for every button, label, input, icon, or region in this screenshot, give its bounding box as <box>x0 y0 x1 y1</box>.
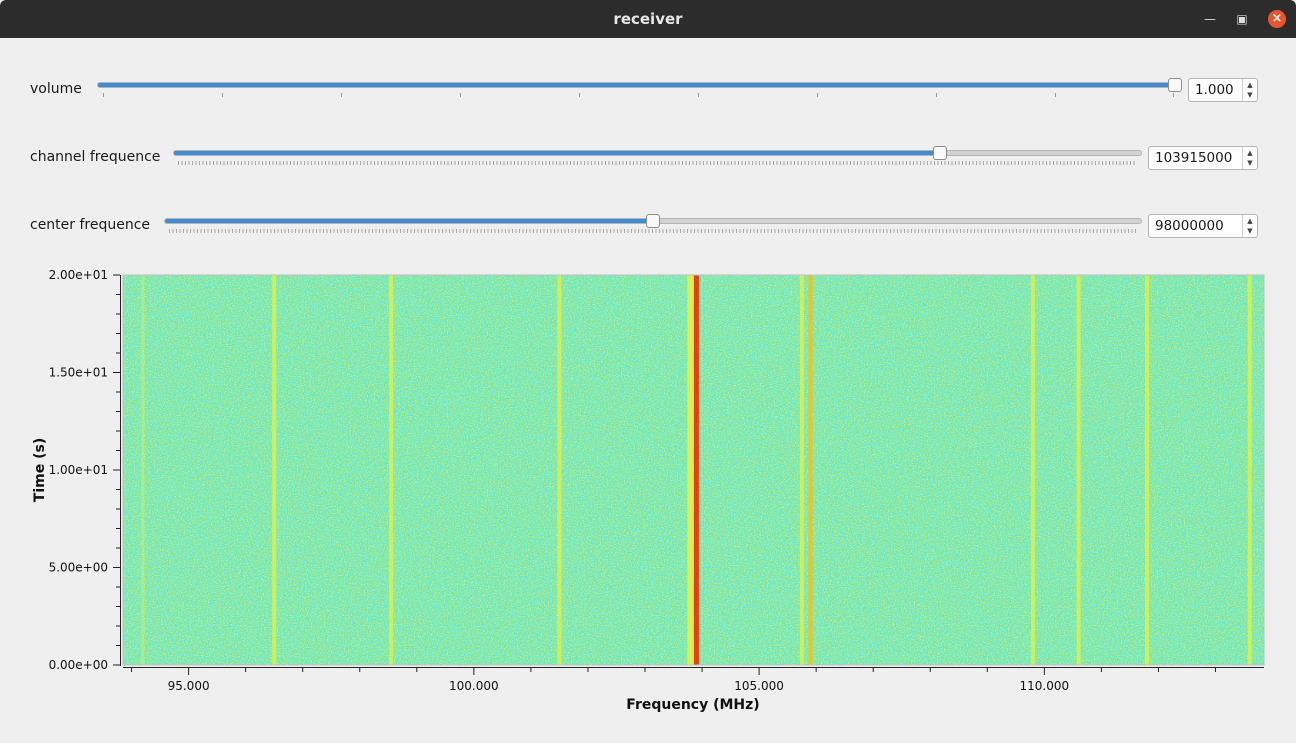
center-frequence-slider-ticks <box>169 229 1137 233</box>
x-tick-label: 110.000 <box>1020 679 1070 693</box>
channel-frequence-spinbox[interactable]: 103915000 ▲ ▼ <box>1148 146 1258 170</box>
y-axis-ticks: 0.00e+00 5.00e+00 1.00e+01 1.50e+01 2.00e+01 <box>49 268 120 672</box>
spin-down-icon[interactable]: ▼ <box>1245 90 1255 100</box>
center-frequence-value[interactable]: 98000000 <box>1155 218 1224 234</box>
channel-frequence-slider-fill <box>174 151 938 155</box>
window-title: receiver <box>613 10 683 28</box>
volume-slider[interactable] <box>97 82 1181 88</box>
signal-glow <box>687 275 695 665</box>
channel-spin-arrows[interactable]: ▲ ▼ <box>1242 147 1257 169</box>
center-frequence-slider-fill <box>165 219 653 223</box>
volume-spinbox[interactable]: 1.000 ▲ ▼ <box>1188 78 1258 102</box>
y-tick-label: 1.50e+01 <box>49 366 108 380</box>
x-axis-ticks: 95.000 100.000 105.000 110.000 <box>131 668 1217 693</box>
volume-spin-arrows[interactable]: ▲ ▼ <box>1242 79 1257 101</box>
x-axis-title: Frequency (MHz) <box>626 697 759 713</box>
x-tick-label: 95.000 <box>168 679 210 693</box>
window-titlebar: receiver — ▣ × <box>0 0 1296 38</box>
volume-slider-handle[interactable] <box>1168 78 1182 92</box>
y-tick-label: 0.00e+00 <box>49 658 108 672</box>
minimize-icon[interactable]: — <box>1201 10 1219 28</box>
spin-down-icon[interactable]: ▼ <box>1245 226 1255 236</box>
y-tick-label: 1.00e+01 <box>49 463 108 477</box>
signal-line-2 <box>389 275 394 665</box>
spin-up-icon[interactable]: ▲ <box>1245 148 1255 158</box>
y-tick-label: 5.00e+00 <box>49 561 108 575</box>
y-axis-title: Time (s) <box>32 438 48 502</box>
signal-line-0 <box>141 275 145 665</box>
signal-line-4 <box>693 275 699 665</box>
volume-value[interactable]: 1.000 <box>1195 82 1234 98</box>
close-icon[interactable]: × <box>1268 10 1286 28</box>
signal-line-6 <box>808 275 813 665</box>
channel-frequence-label: channel frequence <box>30 149 161 165</box>
channel-frequence-slider-ticks <box>178 161 1136 165</box>
signal-line-7 <box>1030 275 1035 665</box>
center-frequence-spinbox[interactable]: 98000000 ▲ ▼ <box>1148 214 1258 238</box>
center-spin-arrows[interactable]: ▲ ▼ <box>1242 215 1257 237</box>
x-tick-label: 100.000 <box>449 679 499 693</box>
volume-slider-fill <box>98 83 1180 87</box>
x-tick-label: 105.000 <box>734 679 784 693</box>
y-tick-label: 2.00e+01 <box>49 268 108 282</box>
signal-line-9 <box>1145 275 1150 665</box>
maximize-icon[interactable]: ▣ <box>1233 10 1251 28</box>
volume-label: volume <box>30 81 82 97</box>
signal-line-8 <box>1076 275 1081 665</box>
signal-line-5 <box>799 275 804 665</box>
channel-frequence-value[interactable]: 103915000 <box>1155 150 1232 166</box>
channel-frequence-slider[interactable] <box>173 150 1142 156</box>
signal-line-3 <box>557 275 562 665</box>
volume-slider-ticks <box>103 93 1174 97</box>
signal-line-10 <box>1247 275 1252 665</box>
channel-frequence-slider-handle[interactable] <box>933 146 947 160</box>
center-frequence-label: center frequence <box>30 217 151 233</box>
center-frequence-slider-handle[interactable] <box>646 214 660 228</box>
signal-line-1 <box>272 275 277 665</box>
spin-up-icon[interactable]: ▲ <box>1245 216 1255 226</box>
spin-down-icon[interactable]: ▼ <box>1245 158 1255 168</box>
spectrogram-heatmap <box>123 275 1264 665</box>
spin-up-icon[interactable]: ▲ <box>1245 80 1255 90</box>
waterfall-plot[interactable]: 0.00e+00 5.00e+00 1.00e+01 1.50e+01 2.00e+01… <box>0 262 1296 722</box>
